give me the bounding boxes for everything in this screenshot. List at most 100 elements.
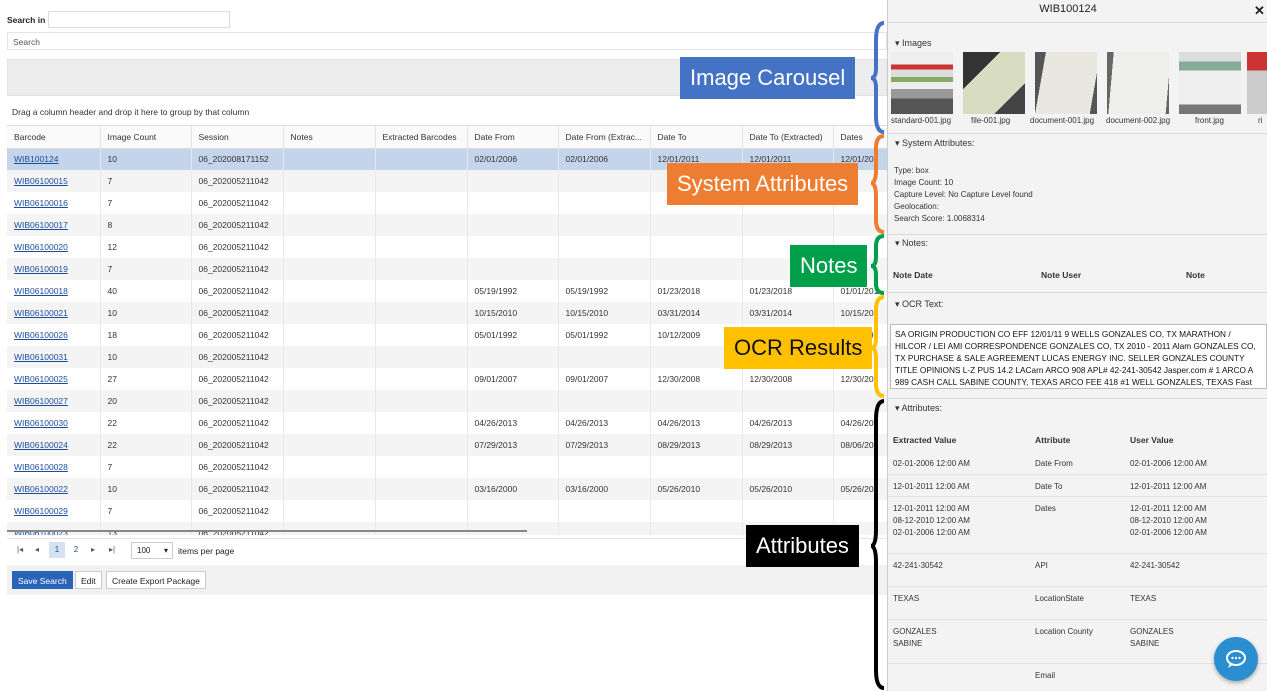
barcode-link[interactable]: WIB100124: [7, 148, 101, 170]
attributes-label: Attributes:: [901, 403, 943, 413]
page-button-1[interactable]: 1: [49, 542, 65, 558]
column-header-6[interactable]: Date From (Extrac...: [558, 126, 651, 149]
table-cell: [375, 368, 468, 390]
table-cell: 05/19/1992: [467, 280, 559, 302]
column-header-4[interactable]: Extracted Barcodes: [375, 126, 468, 149]
per-page-select[interactable]: 100 ▾: [131, 542, 173, 559]
save-search-button[interactable]: Save Search: [12, 571, 73, 589]
edit-button[interactable]: Edit: [75, 571, 102, 589]
ocr-text-area[interactable]: SA ORIGIN PRODUCTION CO EFF 12/01/11 9 W…: [890, 324, 1267, 389]
horizontal-scrollbar[interactable]: [7, 530, 527, 532]
table-cell: [467, 192, 559, 214]
images-section-header[interactable]: ▾ Images: [895, 38, 932, 49]
table-cell: [375, 456, 468, 478]
ocr-header[interactable]: ▾ OCR Text:: [895, 299, 943, 310]
barcode-link[interactable]: WIB06100019: [7, 258, 101, 280]
create-export-package-button[interactable]: Create Export Package: [106, 571, 206, 589]
column-header-0[interactable]: Barcode: [7, 126, 101, 149]
barcode-link[interactable]: WIB06100021: [7, 302, 101, 324]
table-cell: 04/26/2013: [467, 412, 559, 434]
table-row[interactable]: WIB06100017 8 06_202005211042: [7, 214, 887, 236]
grid-header-row: Barcode Image Count Session Notes Extracted …: [7, 126, 887, 149]
attr-user-value[interactable]: GONZALES SABINE: [1130, 626, 1174, 650]
table-row[interactable]: WIB06100028 7 06_202005211042: [7, 456, 887, 478]
system-attributes-header[interactable]: ▾ System Attributes:: [895, 138, 975, 149]
table-cell: [467, 346, 559, 368]
image-thumbnail-2[interactable]: [963, 52, 1025, 114]
page-button-2[interactable]: 2: [69, 542, 83, 558]
barcode-link[interactable]: WIB06100024: [7, 434, 101, 456]
table-cell: [375, 412, 468, 434]
notes-header[interactable]: ▾ Notes:: [895, 238, 928, 249]
column-header-7[interactable]: Date To: [650, 126, 743, 149]
last-page-icon[interactable]: ▸|: [109, 545, 115, 554]
first-page-icon[interactable]: |◂: [17, 545, 23, 554]
table-cell: 03/16/2000: [467, 478, 559, 500]
prev-page-icon[interactable]: ◂: [35, 545, 39, 554]
attr-user-value[interactable]: 12-01-2011 12:00 AM: [1130, 481, 1206, 493]
barcode-link[interactable]: WIB06100027: [7, 390, 101, 412]
table-row[interactable]: WIB06100027 20 06_202005211042: [7, 390, 887, 412]
table-row[interactable]: WIB06100022 10 06_202005211042 03/16/2000 03…: [7, 478, 887, 500]
image-thumbnail-3[interactable]: [1035, 52, 1097, 114]
table-cell: [467, 214, 559, 236]
table-cell: 06_202005211042: [191, 170, 284, 192]
close-icon[interactable]: ✕: [1254, 3, 1265, 19]
image-thumbnail-1[interactable]: [891, 52, 953, 114]
barcode-link[interactable]: WIB06100018: [7, 280, 101, 302]
per-page-value: 100: [137, 546, 151, 555]
chat-button[interactable]: [1214, 637, 1258, 681]
barcode-link[interactable]: WIB06100023: [7, 522, 101, 535]
column-header-3[interactable]: Notes: [283, 126, 376, 149]
table-row[interactable]: WIB06100030 22 06_202005211042 04/26/2013 04…: [7, 412, 887, 434]
search-in-input[interactable]: [48, 11, 230, 28]
divider: [888, 398, 1267, 399]
attributes-header[interactable]: ▾ Attributes:: [895, 403, 942, 414]
sys-attr-geolocation: Geolocation:: [894, 202, 939, 211]
row-divider: [888, 474, 1267, 475]
barcode-link[interactable]: WIB06100026: [7, 324, 101, 346]
table-row[interactable]: WIB06100029 7 06_202005211042: [7, 500, 887, 522]
barcode-link[interactable]: WIB06100028: [7, 456, 101, 478]
table-cell: [558, 214, 651, 236]
table-cell: [283, 456, 376, 478]
barcode-link[interactable]: WIB06100022: [7, 478, 101, 500]
barcode-link[interactable]: WIB06100030: [7, 412, 101, 434]
attr-user-value[interactable]: TEXAS: [1130, 593, 1156, 605]
barcode-link[interactable]: WIB06100016: [7, 192, 101, 214]
table-cell: 06_202008171152: [191, 148, 284, 170]
table-cell: [283, 302, 376, 324]
thumb-caption-2: file-001.jpg: [971, 116, 1011, 125]
attr-user-value[interactable]: 42-241-30542: [1130, 560, 1180, 572]
column-header-8[interactable]: Date To (Extracted): [742, 126, 834, 149]
barcode-link[interactable]: WIB06100020: [7, 236, 101, 258]
attr-user-value[interactable]: 02-01-2006 12:00 AM: [1130, 458, 1207, 470]
table-row[interactable]: WIB06100024 22 06_202005211042 07/29/2013 07…: [7, 434, 887, 456]
image-thumbnail-4[interactable]: [1107, 52, 1169, 114]
image-thumbnail-6[interactable]: [1247, 52, 1267, 114]
table-row[interactable]: WIB06100025 27 06_202005211042 09/01/2007 09…: [7, 368, 887, 390]
barcode-link[interactable]: WIB06100017: [7, 214, 101, 236]
attr-name-value: Dates: [1035, 504, 1056, 513]
table-row[interactable]: WIB06100021 10 06_202005211042 10/15/2010 10…: [7, 302, 887, 324]
barcode-link[interactable]: WIB06100031: [7, 346, 101, 368]
table-row[interactable]: WIB06100020 12 06_202005211042: [7, 236, 887, 258]
image-thumbnail-5[interactable]: [1179, 52, 1241, 114]
table-cell: [558, 170, 651, 192]
column-header-1[interactable]: Image Count: [100, 126, 192, 149]
table-row[interactable]: WIB06100018 40 06_202005211042 05/19/1992 05…: [7, 280, 887, 302]
notes-col-date: Note Date: [893, 270, 933, 280]
barcode-link[interactable]: WIB06100015: [7, 170, 101, 192]
table-cell: [283, 170, 376, 192]
barcode-link[interactable]: WIB06100029: [7, 500, 101, 522]
column-header-2[interactable]: Session: [191, 126, 284, 149]
search-input[interactable]: Search: [7, 32, 887, 50]
column-header-5[interactable]: Date From: [467, 126, 559, 149]
thumb-caption-5: front.jpg: [1195, 116, 1224, 125]
barcode-link[interactable]: WIB06100025: [7, 368, 101, 390]
next-page-icon[interactable]: ▸: [91, 545, 95, 554]
table-row[interactable]: WIB06100019 7 06_202005211042: [7, 258, 887, 280]
attr-user-value[interactable]: 12-01-2011 12:00 AM 08-12-2010 12:00 AM …: [1130, 503, 1207, 539]
table-cell: [558, 236, 651, 258]
table-cell: [467, 456, 559, 478]
